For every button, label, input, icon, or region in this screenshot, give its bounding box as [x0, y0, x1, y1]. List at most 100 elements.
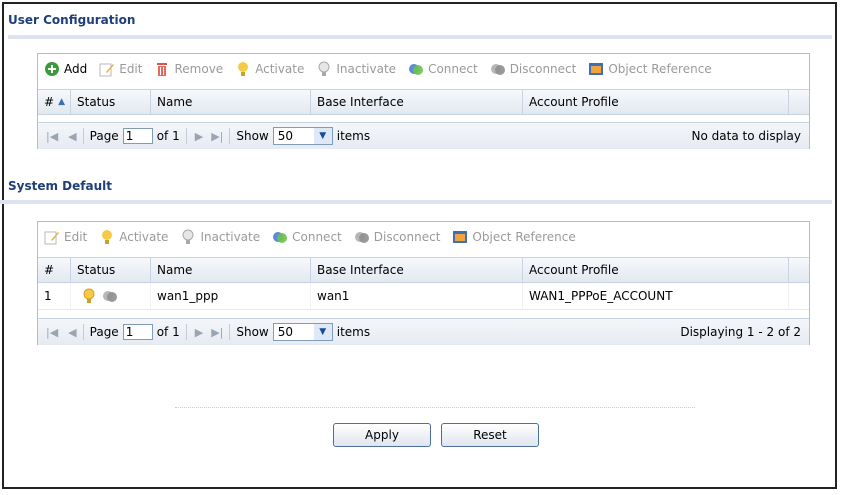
reset-button[interactable]: Reset [441, 423, 539, 447]
page-label: Page [89, 325, 119, 339]
of-pages-label: of 1 [156, 129, 180, 143]
inactivate-button[interactable]: Inactivate [316, 61, 396, 77]
lightbulb-off-icon [180, 229, 196, 245]
edit-label: Edit [119, 62, 143, 76]
apply-button[interactable]: Apply [333, 423, 431, 447]
page-number-input[interactable] [122, 324, 153, 340]
chevron-down-icon: ▼ [313, 324, 332, 340]
add-button[interactable]: Add [44, 61, 87, 77]
system-default-title: System Default [8, 179, 112, 193]
connect-button[interactable]: Connect [272, 229, 342, 245]
pager-separator [82, 128, 84, 144]
edit-icon [44, 229, 60, 245]
page-size-select[interactable]: 50 ▼ [272, 323, 333, 341]
col-account-profile[interactable]: Account Profile [523, 258, 789, 282]
pager-separator [229, 128, 231, 144]
prev-page-icon[interactable]: ◀ [68, 326, 76, 339]
last-page-icon[interactable]: ▶| [211, 130, 223, 143]
connect-icon [272, 229, 288, 245]
connect-label: Connect [292, 230, 342, 244]
row-num: 1 [38, 283, 71, 309]
object-reference-button[interactable]: Object Reference [588, 61, 712, 77]
disconnect-button[interactable]: Disconnect [354, 229, 440, 245]
col-status[interactable]: Status [71, 90, 151, 114]
edit-button[interactable]: Edit [44, 229, 87, 245]
edit-button[interactable]: Edit [99, 61, 142, 77]
page-label: Page [89, 129, 119, 143]
next-page-icon[interactable]: ▶ [195, 130, 203, 143]
disconnect-icon [354, 229, 370, 245]
system-default-panel: Edit Activate Inactivate Connect Disconn… [37, 221, 810, 345]
page-size-select[interactable]: 50 ▼ [272, 127, 333, 145]
activate-button[interactable]: Activate [235, 61, 304, 77]
disconnect-label: Disconnect [509, 62, 577, 76]
col-name[interactable]: Name [151, 90, 311, 114]
disconnect-icon [490, 61, 506, 77]
connection-icon [102, 288, 118, 304]
pager-separator [229, 324, 231, 340]
page-size-value: 50 [277, 325, 294, 339]
trash-icon [154, 61, 170, 77]
activate-button[interactable]: Activate [99, 229, 168, 245]
page-number-input[interactable] [122, 128, 153, 144]
first-page-icon[interactable]: |◀ [46, 130, 58, 143]
inactivate-label: Inactivate [200, 230, 261, 244]
user-config-divider [8, 35, 832, 39]
edit-icon [99, 61, 115, 77]
row-account-profile: WAN1_PPPoE_ACCOUNT [523, 283, 789, 309]
pager-separator [185, 324, 187, 340]
system-default-toolbar: Edit Activate Inactivate Connect Disconn… [38, 222, 809, 252]
col-num[interactable]: # [38, 258, 71, 282]
lightbulb-on-icon [235, 61, 251, 77]
user-config-table-header: # ▲ Status Name Base Interface Account P… [38, 89, 809, 115]
col-num-sortable[interactable]: # ▲ [38, 90, 71, 114]
activate-label: Activate [119, 230, 169, 244]
lightbulb-off-icon [316, 61, 332, 77]
items-label: items [336, 129, 371, 143]
items-label: items [336, 325, 371, 339]
edit-label: Edit [64, 230, 88, 244]
connect-icon [408, 61, 424, 77]
sort-asc-icon: ▲ [58, 97, 65, 107]
next-page-icon[interactable]: ▶ [195, 326, 203, 339]
disconnect-button[interactable]: Disconnect [490, 61, 577, 77]
object-reference-icon [452, 229, 468, 245]
col-filler [789, 258, 809, 282]
last-page-icon[interactable]: ▶| [211, 326, 223, 339]
object-reference-button[interactable]: Object Reference [452, 229, 576, 245]
col-name[interactable]: Name [151, 258, 311, 282]
object-reference-label: Object Reference [608, 62, 712, 76]
remove-button[interactable]: Remove [154, 61, 223, 77]
prev-page-icon[interactable]: ◀ [68, 130, 76, 143]
object-reference-icon [588, 61, 604, 77]
pager-separator [82, 324, 84, 340]
add-label: Add [64, 62, 88, 76]
connect-label: Connect [428, 62, 478, 76]
col-account-profile[interactable]: Account Profile [523, 90, 789, 114]
system-default-table-header: # Status Name Base Interface Account Pro… [38, 257, 809, 283]
form-actions-divider [175, 407, 695, 408]
col-base-interface[interactable]: Base Interface [311, 258, 523, 282]
inactivate-label: Inactivate [336, 62, 397, 76]
lightbulb-on-icon [99, 229, 115, 245]
user-config-toolbar: Add Edit Remove Activate Inactivate Conn… [38, 54, 809, 84]
col-status[interactable]: Status [71, 258, 151, 282]
object-reference-label: Object Reference [472, 230, 576, 244]
row-name: wan1_ppp [151, 283, 311, 309]
system-default-divider [0, 200, 832, 204]
system-default-pager: |◀ ◀ Page of 1 ▶ ▶| Show 50 ▼ items Disp… [38, 318, 809, 345]
inactivate-button[interactable]: Inactivate [180, 229, 260, 245]
add-icon [44, 61, 60, 77]
col-num-label: # [44, 95, 55, 109]
row-status [71, 283, 151, 309]
first-page-icon[interactable]: |◀ [46, 326, 58, 339]
of-pages-label: of 1 [156, 325, 180, 339]
table-row[interactable]: 1 wan1_ppp wan1 WAN1_PPPoE_ACCOUNT [38, 283, 809, 310]
col-base-interface[interactable]: Base Interface [311, 90, 523, 114]
page-size-value: 50 [277, 129, 294, 143]
pager-status-text: Displaying 1 - 2 of 2 [680, 325, 801, 339]
connect-button[interactable]: Connect [408, 61, 478, 77]
user-config-pager: |◀ ◀ Page of 1 ▶ ▶| Show 50 ▼ items No d… [38, 122, 809, 149]
row-base-interface: wan1 [311, 283, 523, 309]
pager-separator [185, 128, 187, 144]
